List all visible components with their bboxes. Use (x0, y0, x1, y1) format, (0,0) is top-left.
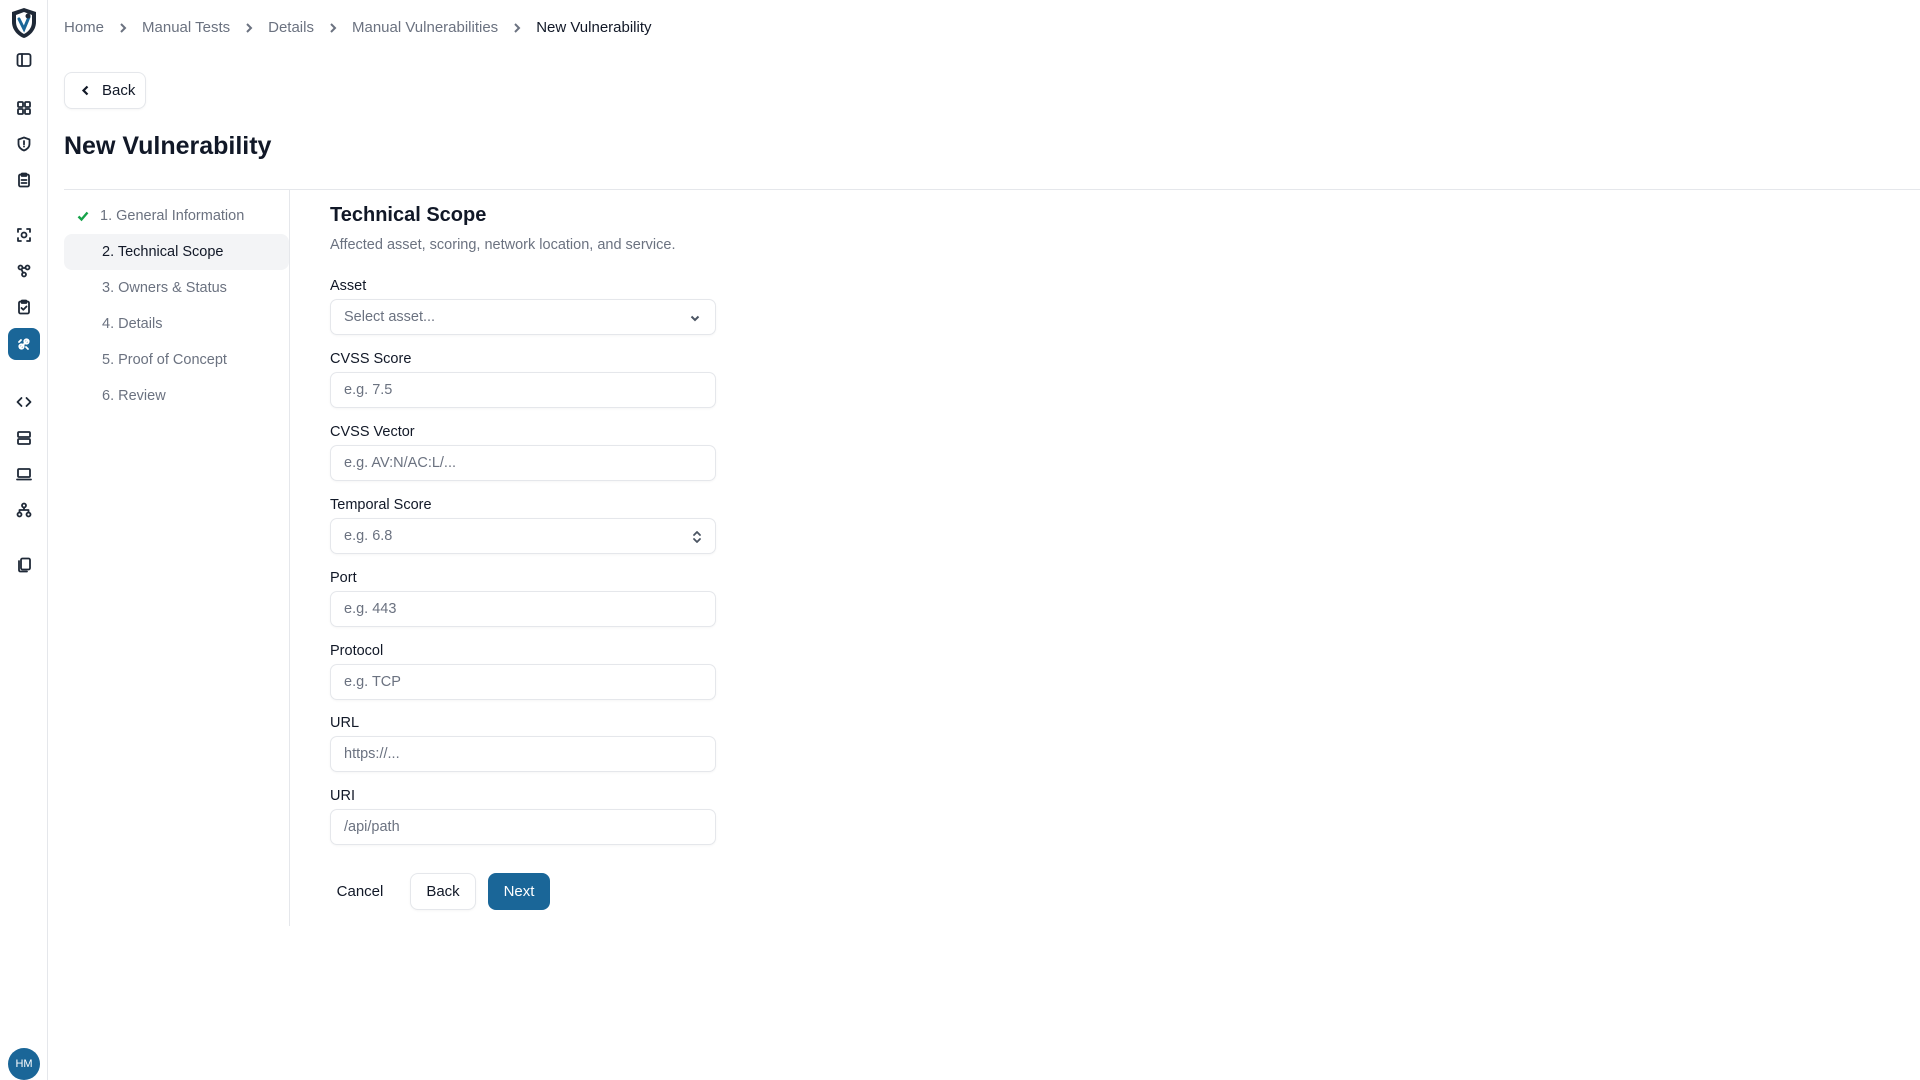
url-field (330, 736, 716, 772)
clipboard-check-icon[interactable] (12, 295, 36, 319)
step-label: 2. Technical Scope (102, 244, 224, 260)
temporal-score-input[interactable] (331, 519, 715, 553)
steps-divider (289, 190, 290, 926)
code-icon[interactable] (12, 390, 36, 414)
step-label: 1. General Information (100, 208, 245, 224)
step-label: 6. Review (102, 388, 166, 404)
cvss-vector-field (330, 445, 716, 481)
step-proof-of-concept[interactable]: 5. Proof of Concept (64, 342, 289, 378)
cvss-score-input[interactable] (331, 373, 715, 407)
chevron-down-icon (690, 315, 700, 322)
cvss-score-field (330, 372, 716, 408)
breadcrumb-manual-vulnerabilities[interactable]: Manual Vulnerabilities (352, 19, 498, 36)
breadcrumb: Home Manual Tests Details Manual Vulnera… (64, 19, 652, 36)
protocol-field (330, 664, 716, 700)
back-button[interactable]: Back (410, 873, 476, 910)
scan-icon[interactable] (12, 223, 36, 247)
network-cluster-icon[interactable] (12, 259, 36, 283)
uri-label: URI (330, 788, 355, 804)
chevron-right-icon (243, 22, 255, 34)
port-field (330, 591, 716, 627)
chevron-right-icon (117, 22, 129, 34)
back-nav-label: Back (102, 82, 136, 99)
breadcrumb-current: New Vulnerability (536, 19, 652, 36)
chevron-right-icon (511, 22, 523, 34)
protocol-input[interactable] (331, 665, 715, 699)
back-nav-button[interactable]: Back (64, 72, 146, 109)
panel-toggle-icon[interactable] (12, 48, 36, 72)
cancel-button[interactable]: Cancel (330, 873, 390, 910)
page-title: New Vulnerability (64, 132, 272, 160)
asset-select[interactable]: Select asset... (330, 299, 716, 335)
step-owners-status[interactable]: 3. Owners & Status (64, 270, 289, 306)
section-description: Affected asset, scoring, network locatio… (330, 237, 676, 253)
breadcrumb-details[interactable]: Details (268, 19, 314, 36)
step-technical-scope[interactable]: 2. Technical Scope (64, 234, 289, 270)
temporal-score-label: Temporal Score (330, 497, 432, 513)
asset-select-placeholder: Select asset... (344, 309, 436, 325)
step-label: 3. Owners & Status (102, 280, 227, 296)
next-button[interactable]: Next (488, 873, 550, 910)
port-input[interactable] (331, 592, 715, 626)
header-divider (64, 189, 1920, 190)
documents-icon[interactable] (12, 553, 36, 577)
step-label: 4. Details (102, 316, 163, 332)
cvss-vector-label: CVSS Vector (330, 424, 415, 440)
port-label: Port (330, 570, 357, 586)
chevron-left-icon (81, 85, 89, 96)
shield-icon[interactable] (12, 132, 36, 156)
wizard-steps: 1. General Information 2. Technical Scop… (64, 198, 289, 414)
bug-icon[interactable] (8, 328, 40, 360)
breadcrumb-home[interactable]: Home (64, 19, 104, 36)
chevron-right-icon (327, 22, 339, 34)
clipboard-icon[interactable] (12, 168, 36, 192)
hierarchy-icon[interactable] (12, 498, 36, 522)
temporal-score-field (330, 518, 716, 554)
section-title: Technical Scope (330, 204, 487, 226)
number-stepper-icon[interactable] (691, 529, 703, 545)
step-review[interactable]: 6. Review (64, 378, 289, 414)
server-icon[interactable] (12, 426, 36, 450)
sidebar-rail: HM (0, 0, 48, 1080)
user-avatar[interactable]: HM (8, 1048, 40, 1080)
cvss-score-label: CVSS Score (330, 351, 412, 367)
url-label: URL (330, 715, 360, 731)
step-details[interactable]: 4. Details (64, 306, 289, 342)
cvss-vector-input[interactable] (331, 446, 715, 480)
uri-field (330, 809, 716, 845)
asset-label: Asset (330, 278, 367, 294)
breadcrumb-manual-tests[interactable]: Manual Tests (142, 19, 230, 36)
step-label: 5. Proof of Concept (102, 352, 227, 368)
app-logo-icon[interactable] (8, 6, 40, 40)
step-general-information[interactable]: 1. General Information (64, 198, 289, 234)
monitor-icon[interactable] (12, 462, 36, 486)
protocol-label: Protocol (330, 643, 384, 659)
dashboard-icon[interactable] (12, 96, 36, 120)
check-icon (77, 211, 89, 222)
uri-input[interactable] (331, 810, 715, 844)
url-input[interactable] (331, 737, 715, 771)
